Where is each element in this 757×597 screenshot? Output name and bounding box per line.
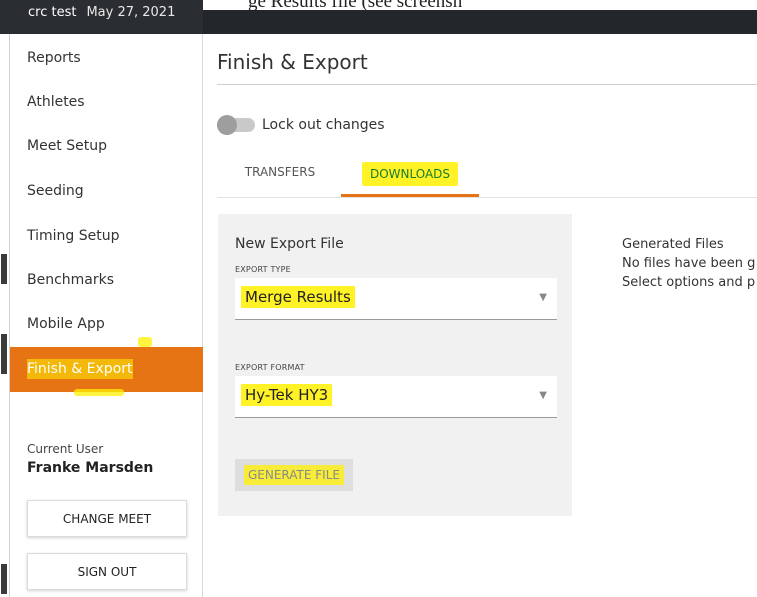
edge-marker xyxy=(1,334,7,374)
meet-header: crc test May 27, 2021 xyxy=(0,0,203,34)
edge-marker xyxy=(1,254,7,284)
select-value-text: Hy-Tek HY3 xyxy=(241,384,333,406)
title-divider xyxy=(217,84,757,85)
sidebar-item-athletes[interactable]: Athletes xyxy=(10,80,203,125)
generated-files-hint: Select options and p xyxy=(622,275,756,290)
lock-out-toggle[interactable] xyxy=(217,115,255,135)
panel-title: New Export File xyxy=(235,236,344,252)
sidebar-item-label: Finish & Export xyxy=(27,359,133,379)
tab-downloads[interactable]: DOWNLOADS xyxy=(341,162,479,197)
top-bar: ge Results file (see screensh crc test Ma… xyxy=(0,0,757,34)
sidebar-item-label: Timing Setup xyxy=(27,228,120,244)
meet-name: crc test xyxy=(28,5,77,20)
export-format-select[interactable]: Hy-Tek HY3 ▼ xyxy=(235,376,557,418)
button-label: GENERATE FILE xyxy=(243,465,344,485)
tab-label: TRANSFERS xyxy=(244,165,316,179)
change-meet-button[interactable]: CHANGE MEET xyxy=(27,500,187,537)
current-user-label: Current User xyxy=(27,442,104,456)
meet-date: May 27, 2021 xyxy=(86,5,176,20)
highlight-mark xyxy=(74,389,124,396)
sidebar-item-label: Meet Setup xyxy=(27,138,107,154)
new-export-panel: New Export File EXPORT TYPE Merge Result… xyxy=(218,214,572,516)
generated-files: Generated Files No files have been g Sel… xyxy=(622,235,755,292)
sidebar-item-label: Reports xyxy=(27,50,81,66)
current-user-name: Franke Marsden xyxy=(27,460,154,476)
sidebar-item-label: Seeding xyxy=(27,183,84,199)
sidebar-item-finish-export[interactable]: Finish & Export xyxy=(10,347,203,392)
window-edge xyxy=(0,34,10,597)
highlight-mark xyxy=(138,337,152,347)
sidebar-item-reports[interactable]: Reports xyxy=(10,36,203,81)
export-type-label: EXPORT TYPE xyxy=(235,265,291,274)
generate-file-button[interactable]: GENERATE FILE xyxy=(235,459,353,491)
page-title: Finish & Export xyxy=(217,50,368,74)
export-format-label: EXPORT FORMAT xyxy=(235,363,305,372)
sidebar-item-timing-setup[interactable]: Timing Setup xyxy=(10,214,203,259)
chevron-down-icon: ▼ xyxy=(539,292,547,303)
sidebar-item-label: Mobile App xyxy=(27,316,105,332)
generated-files-empty-text: No files have been g xyxy=(622,256,756,271)
export-format-value: Hy-Tek HY3 xyxy=(241,384,333,406)
sidebar-item-seeding[interactable]: Seeding xyxy=(10,169,203,214)
tabs-divider xyxy=(217,197,757,198)
chevron-down-icon: ▼ xyxy=(539,390,547,401)
sidebar-item-meet-setup[interactable]: Meet Setup xyxy=(10,124,203,169)
tab-label: DOWNLOADS xyxy=(361,162,459,186)
select-value-text: Merge Results xyxy=(241,286,355,308)
main-content: Finish & Export Lock out changes TRANSFE… xyxy=(204,34,757,597)
meet-title: crc test May 27, 2021 xyxy=(28,5,175,20)
sidebar-item-label: Athletes xyxy=(27,94,85,110)
edge-marker xyxy=(1,564,7,594)
sidebar-item-mobile-app[interactable]: Mobile App xyxy=(10,302,203,347)
sidebar-item-benchmarks[interactable]: Benchmarks xyxy=(10,258,203,303)
export-type-select[interactable]: Merge Results ▼ xyxy=(235,278,557,320)
sidebar: Reports Athletes Meet Setup Seeding Timi… xyxy=(10,34,203,597)
tab-transfers[interactable]: TRANSFERS xyxy=(226,162,334,197)
generated-files-title: Generated Files xyxy=(622,237,724,252)
lock-out-label: Lock out changes xyxy=(262,117,385,133)
export-type-value: Merge Results xyxy=(241,286,355,308)
cropped-caption: ge Results file (see screensh xyxy=(248,0,463,12)
toggle-knob xyxy=(217,115,237,135)
sidebar-item-label: Benchmarks xyxy=(27,272,115,288)
sign-out-button[interactable]: SIGN OUT xyxy=(27,553,187,590)
